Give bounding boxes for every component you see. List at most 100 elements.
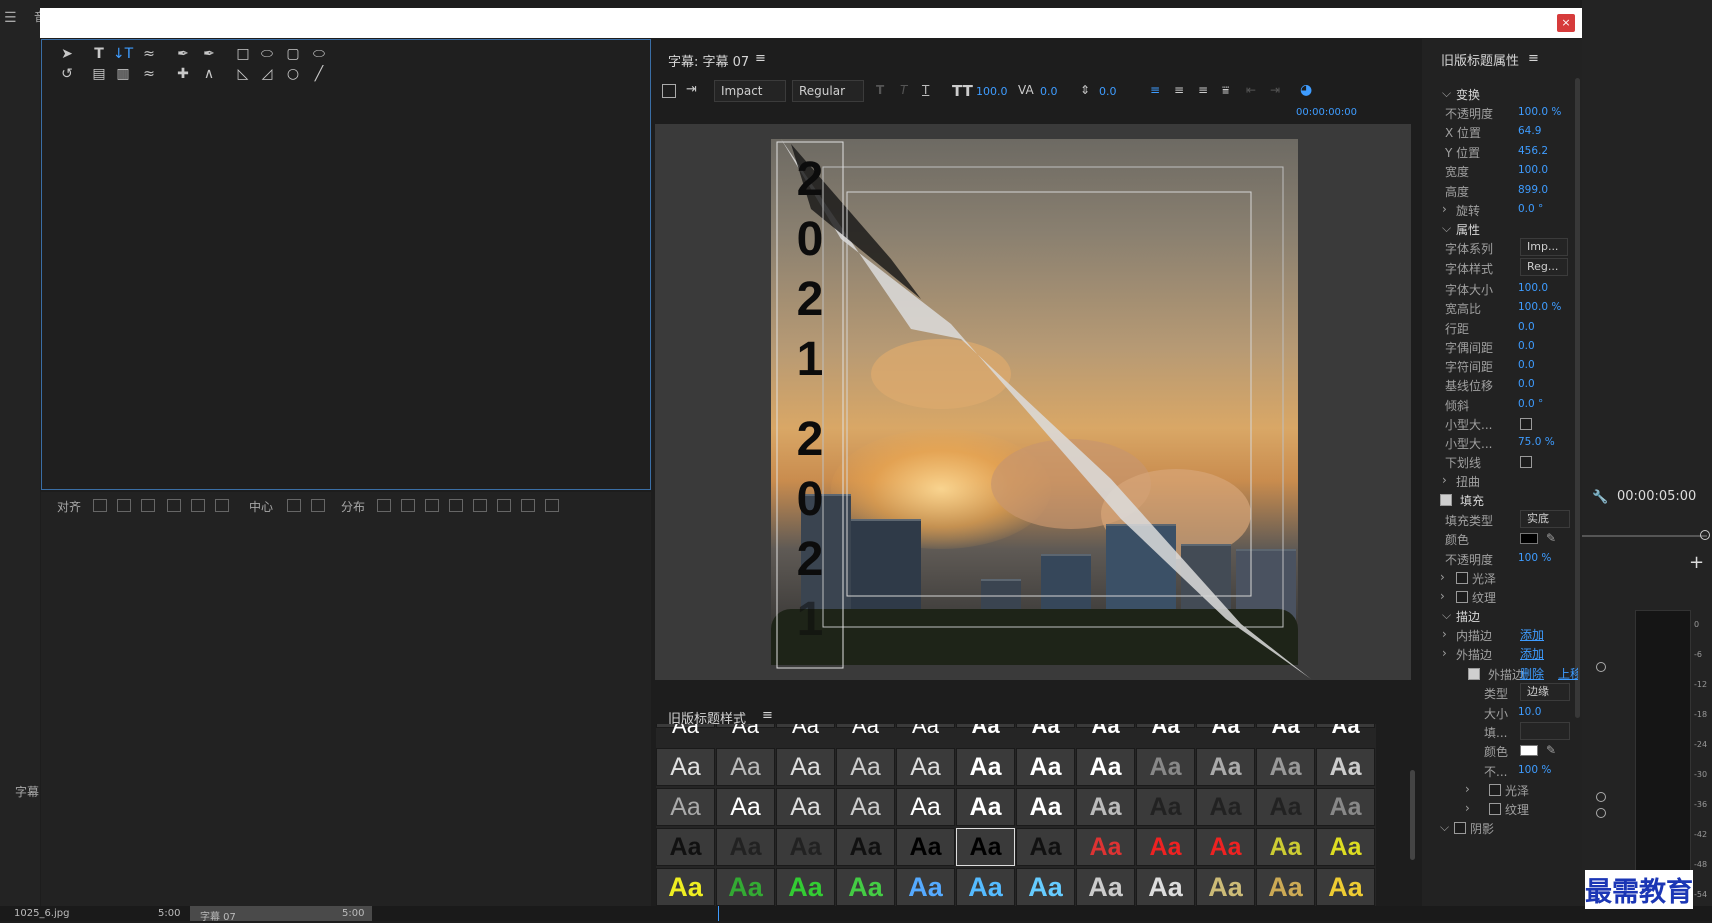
prop-value[interactable]: 100 % (1518, 552, 1551, 564)
expand-chevron-icon[interactable]: ⌵ (1442, 608, 1451, 623)
align-top-icon[interactable] (167, 499, 181, 512)
property-checkbox[interactable] (1456, 591, 1468, 603)
style-swatch[interactable]: Aa (656, 788, 715, 826)
prop-value[interactable]: 100.0 % (1518, 106, 1561, 118)
style-swatch[interactable]: Aa (1076, 868, 1135, 906)
style-swatch[interactable]: Aa (716, 868, 775, 906)
menu-icon[interactable]: ☰ (4, 10, 17, 26)
area-type-tool-icon[interactable]: ▤ (88, 64, 110, 84)
style-swatch[interactable]: Aa (1076, 724, 1135, 738)
playhead[interactable] (718, 906, 719, 921)
prop-value[interactable]: 边缘 (1520, 683, 1570, 701)
style-swatch[interactable]: Aa (956, 828, 1015, 866)
style-swatch[interactable]: Aa (1136, 828, 1195, 866)
style-swatch[interactable]: Aa (1316, 724, 1375, 738)
property-checkbox[interactable] (1489, 803, 1501, 815)
style-swatch[interactable]: Aa (1196, 788, 1255, 826)
wrench-icon[interactable]: 🔧 (1592, 490, 1608, 505)
roll-icon[interactable]: ⇤ (1246, 83, 1256, 97)
style-swatch[interactable]: Aa (896, 868, 955, 906)
style-swatch[interactable]: Aa (1196, 748, 1255, 786)
style-swatch[interactable]: Aa (1316, 748, 1375, 786)
expand-chevron-icon[interactable]: › (1465, 782, 1470, 796)
font-style-select[interactable]: Regular (792, 80, 864, 102)
property-checkbox[interactable] (1520, 456, 1532, 468)
scrub-handle[interactable] (1700, 530, 1710, 540)
styles-scrollbar[interactable] (1410, 770, 1415, 860)
outer-stroke-move-up[interactable]: 上移 (1558, 665, 1578, 682)
color-swatch[interactable] (1520, 533, 1538, 544)
style-swatch[interactable]: Aa (1136, 748, 1195, 786)
prop-value[interactable]: 0.0 (1518, 340, 1535, 352)
align-center-text-icon[interactable]: ≡ (1174, 83, 1184, 97)
align-hcenter-icon[interactable] (117, 499, 131, 512)
distribute-3-icon[interactable] (425, 499, 439, 512)
prop-value[interactable]: 100.0 (1518, 282, 1548, 294)
style-swatch[interactable]: Aa (1016, 748, 1075, 786)
prop-value[interactable]: 0.0 ° (1518, 398, 1543, 410)
vertical-title-text[interactable]: 2 0 2 1 2 0 2 1 (777, 150, 843, 680)
center-v-icon[interactable] (311, 499, 325, 512)
prop-value[interactable]: 100 % (1518, 764, 1551, 776)
rectangle-tool-icon[interactable]: □ (232, 44, 254, 64)
property-checkbox[interactable] (1440, 494, 1452, 506)
vertical-type-tool-icon[interactable]: ↓T (112, 44, 134, 64)
distribute-1-icon[interactable] (377, 499, 391, 512)
style-swatch[interactable]: Aa (896, 724, 955, 738)
expand-chevron-icon[interactable]: › (1442, 646, 1447, 660)
style-swatch[interactable]: Aa (656, 748, 715, 786)
style-swatch[interactable]: Aa (1256, 748, 1315, 786)
align-right-icon[interactable] (141, 499, 155, 512)
prop-value[interactable]: 0.0 (1518, 359, 1535, 371)
center-h-icon[interactable] (287, 499, 301, 512)
close-button[interactable]: × (1557, 14, 1575, 32)
type-tool-icon[interactable]: T (88, 44, 110, 64)
color-swatch[interactable] (1520, 745, 1538, 756)
style-swatch[interactable]: Aa (896, 788, 955, 826)
fill-type-select[interactable] (1520, 722, 1570, 740)
line-tool-icon[interactable]: ╱ (308, 64, 330, 84)
style-swatch[interactable]: Aa (1016, 788, 1075, 826)
distribute-8-icon[interactable] (545, 499, 559, 512)
kerning-value[interactable]: 0.0 (1040, 85, 1058, 98)
style-swatch[interactable]: Aa (776, 828, 835, 866)
prop-value[interactable]: 0.0 (1518, 321, 1535, 333)
property-checkbox[interactable] (1456, 572, 1468, 584)
leading-value[interactable]: 0.0 (1099, 85, 1117, 98)
align-left-text-icon[interactable]: ≡ (1150, 83, 1160, 97)
expand-chevron-icon[interactable]: ⌵ (1442, 221, 1451, 236)
style-swatch[interactable]: Aa (836, 748, 895, 786)
vertical-path-type-icon[interactable]: ≈ (138, 64, 160, 84)
style-swatch[interactable]: Aa (836, 788, 895, 826)
timecode[interactable]: 00:00:00:00 (1296, 107, 1357, 118)
prop-value[interactable]: Imp... (1520, 238, 1568, 256)
style-swatch[interactable]: Aa (1316, 828, 1375, 866)
prop-value[interactable]: 64.9 (1518, 125, 1541, 137)
property-checkbox[interactable] (1489, 784, 1501, 796)
style-swatch[interactable]: Aa (716, 828, 775, 866)
expand-chevron-icon[interactable]: › (1465, 801, 1470, 815)
style-swatch[interactable]: Aa (1316, 868, 1375, 906)
delete-anchor-icon[interactable]: ✒ (198, 44, 220, 64)
rotate-tool-icon[interactable]: ↺ (56, 64, 78, 84)
wedge-tool-icon[interactable]: ◺ (232, 64, 254, 84)
path-type-tool-icon[interactable]: ≈ (138, 44, 160, 64)
align-right-text-icon[interactable]: ≡ (1198, 83, 1208, 97)
crawl-icon[interactable]: ⇥ (1270, 83, 1280, 97)
distribute-4-icon[interactable] (449, 499, 463, 512)
selection-tool-icon[interactable]: ➤ (56, 44, 78, 64)
add-anchor-icon[interactable]: ✚ (172, 64, 194, 84)
prop-value[interactable]: 0.0 (1518, 378, 1535, 390)
expand-chevron-icon[interactable]: › (1442, 202, 1447, 216)
expand-chevron-icon[interactable]: › (1440, 589, 1445, 603)
style-swatch[interactable]: Aa (956, 748, 1015, 786)
styles-panel-menu[interactable]: ≡ (762, 708, 773, 723)
style-swatch[interactable]: Aa (1136, 868, 1195, 906)
property-checkbox[interactable] (1454, 822, 1466, 834)
expand-chevron-icon[interactable]: ⌵ (1442, 86, 1451, 101)
align-left-icon[interactable] (93, 499, 107, 512)
style-swatch[interactable]: Aa (836, 828, 895, 866)
clip-name[interactable]: 1025_6.jpg (14, 908, 69, 919)
track-knob[interactable] (1596, 792, 1606, 802)
tab-stops-icon[interactable]: ⇥ (686, 82, 697, 97)
